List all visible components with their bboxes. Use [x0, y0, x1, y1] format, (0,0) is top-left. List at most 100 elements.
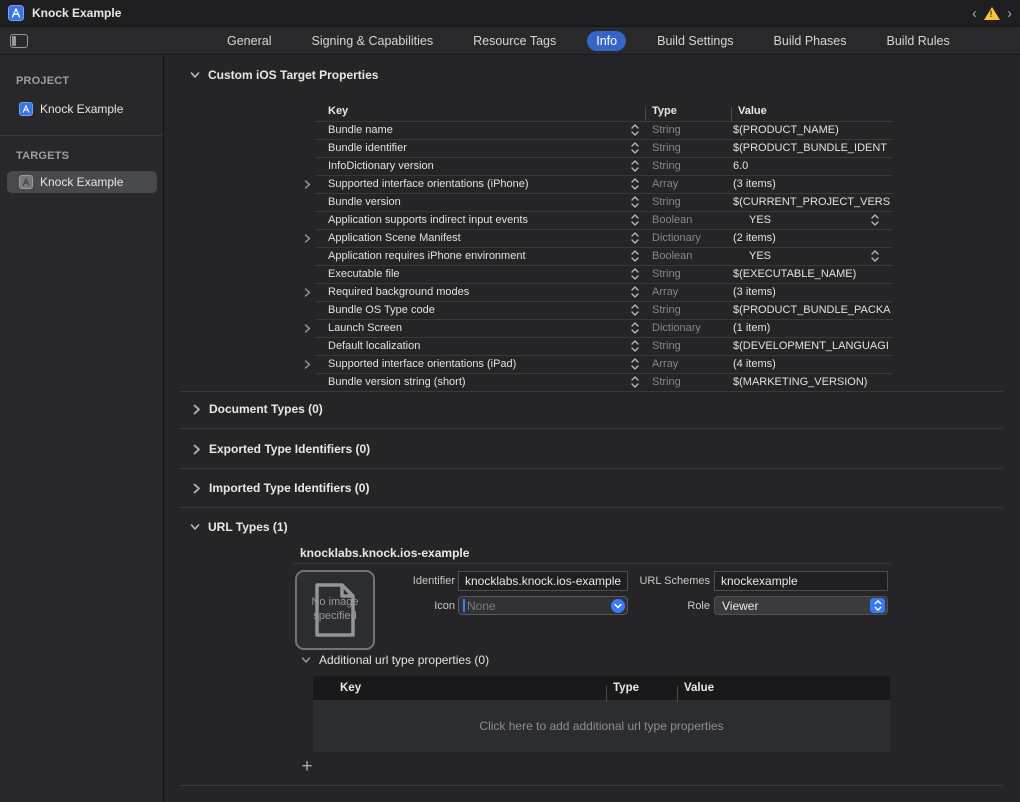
table-row[interactable]: Application Scene Manifest Dictionary (2…: [300, 229, 893, 247]
chevron-down-icon[interactable]: [301, 655, 311, 665]
property-value[interactable]: $(MARKETING_VERSION): [731, 376, 893, 388]
value-stepper-icon[interactable]: [871, 214, 879, 226]
property-type[interactable]: String: [645, 196, 731, 208]
key-stepper-icon[interactable]: [625, 268, 645, 280]
property-value[interactable]: $(CURRENT_PROJECT_VERS: [731, 196, 893, 208]
icon-combobox[interactable]: None: [458, 596, 628, 615]
property-value[interactable]: $(PRODUCT_NAME): [731, 124, 893, 136]
forward-chevron-icon[interactable]: ›: [1007, 6, 1012, 21]
property-value[interactable]: $(PRODUCT_BUNDLE_PACKA: [731, 304, 893, 316]
table-row[interactable]: Application supports indirect input even…: [300, 211, 893, 229]
sidebar-item-project[interactable]: Knock Example: [7, 98, 157, 120]
key-stepper-icon[interactable]: [625, 214, 645, 226]
property-value[interactable]: $(DEVELOPMENT_LANGUAGI: [731, 340, 893, 352]
key-stepper-icon[interactable]: [625, 178, 645, 190]
table-row[interactable]: Supported interface orientations (iPhone…: [300, 175, 893, 193]
section-url-types[interactable]: URL Types (1): [190, 520, 288, 534]
table-row[interactable]: Bundle OS Type code String $(PRODUCT_BUN…: [300, 301, 893, 319]
key-stepper-icon[interactable]: [625, 250, 645, 262]
disclosure-icon[interactable]: [300, 324, 315, 333]
section-additional-url-type-properties[interactable]: Additional url type properties (0): [301, 653, 489, 667]
property-value[interactable]: 6.0: [731, 160, 893, 172]
empty-table-body[interactable]: Click here to add additional url type pr…: [313, 700, 890, 752]
url-schemes-field[interactable]: [714, 571, 888, 591]
property-value[interactable]: (1 item): [731, 322, 893, 334]
property-type[interactable]: Boolean: [645, 214, 731, 226]
url-type-image-well[interactable]: No image specified: [295, 570, 375, 650]
combo-dropdown-icon[interactable]: [611, 599, 625, 613]
section-document-types[interactable]: Document Types (0): [192, 402, 323, 416]
tab-signing-capabilities[interactable]: Signing & Capabilities: [302, 31, 442, 51]
property-value[interactable]: $(EXECUTABLE_NAME): [731, 268, 893, 280]
property-type[interactable]: String: [645, 142, 731, 154]
table-row[interactable]: Default localization String $(DEVELOPMEN…: [300, 337, 893, 355]
property-type[interactable]: String: [645, 268, 731, 280]
property-value[interactable]: YES: [731, 214, 893, 226]
property-value[interactable]: (3 items): [731, 178, 893, 190]
property-value[interactable]: $(PRODUCT_BUNDLE_IDENT: [731, 142, 893, 154]
disclosure-icon[interactable]: [300, 234, 315, 243]
back-chevron-icon[interactable]: ‹: [972, 6, 977, 21]
table-row[interactable]: Supported interface orientations (iPad) …: [300, 355, 893, 373]
key-stepper-icon[interactable]: [625, 196, 645, 208]
sidebar-toggle-icon[interactable]: [10, 34, 28, 48]
key-stepper-icon[interactable]: [625, 340, 645, 352]
key-stepper-icon[interactable]: [625, 124, 645, 136]
key-stepper-icon[interactable]: [625, 142, 645, 154]
key-stepper-icon[interactable]: [625, 376, 645, 388]
disclosure-icon[interactable]: [300, 360, 315, 369]
property-type[interactable]: String: [645, 124, 731, 136]
property-type[interactable]: String: [645, 340, 731, 352]
key-stepper-icon[interactable]: [625, 232, 645, 244]
property-type[interactable]: Array: [645, 178, 731, 190]
chevron-down-icon[interactable]: [190, 70, 200, 80]
key-stepper-icon[interactable]: [625, 304, 645, 316]
property-type[interactable]: Dictionary: [645, 322, 731, 334]
tab-build-settings[interactable]: Build Settings: [648, 31, 742, 51]
table-row[interactable]: Bundle version String $(CURRENT_PROJECT_…: [300, 193, 893, 211]
chevron-down-icon[interactable]: [190, 522, 200, 532]
property-type[interactable]: String: [645, 160, 731, 172]
table-row[interactable]: InfoDictionary version String 6.0: [300, 157, 893, 175]
role-popup[interactable]: Viewer: [714, 596, 888, 615]
key-stepper-icon[interactable]: [625, 286, 645, 298]
table-row[interactable]: Bundle version string (short) String $(M…: [300, 373, 893, 391]
property-value[interactable]: (2 items): [731, 232, 893, 244]
property-type[interactable]: String: [645, 304, 731, 316]
section-exported-type-identifiers[interactable]: Exported Type Identifiers (0): [192, 442, 370, 456]
tab-info[interactable]: Info: [587, 31, 626, 51]
add-url-type-button[interactable]: +: [297, 757, 317, 777]
chevron-right-icon[interactable]: [192, 404, 201, 415]
property-value[interactable]: (3 items): [731, 286, 893, 298]
tab-build-phases[interactable]: Build Phases: [765, 31, 856, 51]
table-row[interactable]: Bundle name String $(PRODUCT_NAME): [300, 121, 893, 139]
warning-icon[interactable]: [984, 7, 1000, 20]
add-properties-hint[interactable]: Click here to add additional url type pr…: [479, 719, 723, 733]
tab-resource-tags[interactable]: Resource Tags: [464, 31, 565, 51]
tab-build-rules[interactable]: Build Rules: [878, 31, 959, 51]
chevron-right-icon[interactable]: [192, 444, 201, 455]
key-stepper-icon[interactable]: [625, 322, 645, 334]
property-type[interactable]: Boolean: [645, 250, 731, 262]
disclosure-icon[interactable]: [300, 180, 315, 189]
table-row[interactable]: Launch Screen Dictionary (1 item): [300, 319, 893, 337]
identifier-field[interactable]: [458, 571, 628, 591]
property-type[interactable]: Array: [645, 286, 731, 298]
table-row[interactable]: Bundle identifier String $(PRODUCT_BUNDL…: [300, 139, 893, 157]
table-row[interactable]: Executable file String $(EXECUTABLE_NAME…: [300, 265, 893, 283]
section-custom-ios-target-properties[interactable]: Custom iOS Target Properties: [190, 68, 378, 82]
property-type[interactable]: Dictionary: [645, 232, 731, 244]
tab-general[interactable]: General: [218, 31, 280, 51]
section-imported-type-identifiers[interactable]: Imported Type Identifiers (0): [192, 481, 369, 495]
property-type[interactable]: String: [645, 376, 731, 388]
key-stepper-icon[interactable]: [625, 160, 645, 172]
popup-stepper-icon[interactable]: [870, 598, 885, 613]
key-stepper-icon[interactable]: [625, 358, 645, 370]
sidebar-item-target[interactable]: Knock Example: [7, 171, 157, 193]
table-row[interactable]: Application requires iPhone environment …: [300, 247, 893, 265]
chevron-right-icon[interactable]: [192, 483, 201, 494]
disclosure-icon[interactable]: [300, 288, 315, 297]
property-value[interactable]: YES: [731, 250, 893, 262]
property-type[interactable]: Array: [645, 358, 731, 370]
table-row[interactable]: Required background modes Array (3 items…: [300, 283, 893, 301]
